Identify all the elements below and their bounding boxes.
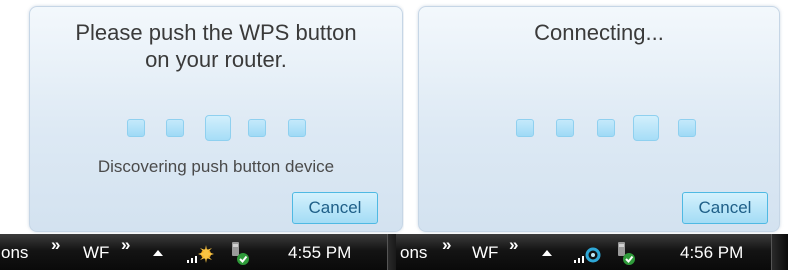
cancel-button[interactable]: Cancel: [682, 192, 768, 224]
tray-overflow-arrow-icon[interactable]: [153, 250, 163, 256]
taskbar: ons » WF » 4:55 PM: [0, 234, 404, 270]
flyout-title: Please push the WPS button on your route…: [30, 19, 402, 73]
wps-flyout: Connecting... Cancel: [418, 6, 780, 232]
wf-toolbar-label[interactable]: WF: [83, 243, 109, 263]
progress-dot: [166, 119, 184, 137]
toolbar-label[interactable]: ons: [400, 243, 427, 263]
toolbar-label[interactable]: ons: [1, 243, 28, 263]
system-clock[interactable]: 4:55 PM: [288, 243, 351, 263]
status-text: Discovering push button device: [97, 157, 335, 176]
toolbar-chevron-icon[interactable]: »: [121, 235, 130, 255]
flyout-title: Connecting...: [419, 19, 779, 46]
progress-dot: [597, 119, 615, 137]
progress-dot: [556, 119, 574, 137]
progress-dot: [516, 119, 534, 137]
progress-dot: [288, 119, 306, 137]
progress-indicator: [419, 112, 779, 142]
progress-dot-active: [633, 115, 659, 141]
toolbar-chevron-icon[interactable]: »: [51, 235, 60, 255]
progress-dot: [248, 119, 266, 137]
toolbar-chevron-icon[interactable]: »: [442, 235, 451, 255]
network-connecting-icon[interactable]: [573, 242, 603, 269]
progress-dot-active: [205, 115, 231, 141]
progress-dot: [678, 119, 696, 137]
progress-indicator: [30, 112, 402, 142]
title-line-1: Please push the WPS button: [75, 20, 357, 45]
network-searching-icon[interactable]: [186, 242, 216, 269]
usb-safe-remove-icon[interactable]: [612, 240, 638, 270]
tray-overflow-arrow-icon[interactable]: [542, 250, 552, 256]
progress-dot: [127, 119, 145, 137]
wps-dialog-left: Please push the WPS button on your route…: [0, 0, 404, 270]
cancel-button[interactable]: Cancel: [292, 192, 378, 224]
wf-toolbar-label[interactable]: WF: [472, 243, 498, 263]
wps-dialog-right: Connecting... Cancel ons » WF » 4:56 PM: [396, 0, 788, 270]
show-desktop-button[interactable]: [771, 234, 788, 270]
title-line-1: Connecting...: [534, 20, 664, 45]
usb-safe-remove-icon[interactable]: [226, 240, 252, 270]
taskbar: ons » WF » 4:56 PM: [396, 234, 788, 270]
title-line-2: on your router.: [145, 47, 287, 72]
wps-flyout: Please push the WPS button on your route…: [29, 6, 403, 232]
system-clock[interactable]: 4:56 PM: [680, 243, 743, 263]
toolbar-chevron-icon[interactable]: »: [509, 235, 518, 255]
